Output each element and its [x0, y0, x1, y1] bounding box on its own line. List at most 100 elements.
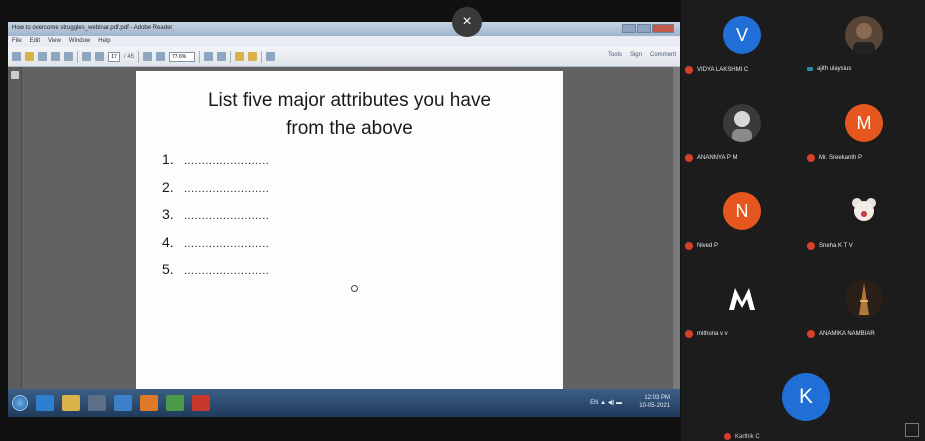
menu-edit[interactable]: Edit	[30, 38, 40, 45]
participant-tile[interactable]: N Nived P	[681, 176, 803, 264]
participant-name: Sneha K T V	[819, 243, 853, 249]
item-blank: ........................	[184, 265, 270, 277]
toolbar-divider	[230, 50, 232, 63]
reader-toolbar: 17 / 45 77.6% Tools Sign Comment	[8, 47, 680, 67]
participant-name-row: VIDYA LAKSHMI C	[685, 66, 748, 74]
chrome-icon[interactable]	[166, 395, 184, 411]
speaker-avatar[interactable]: K	[782, 373, 830, 421]
taskbar-clock[interactable]: 12:03 PM 10-05-2021	[639, 394, 670, 410]
muted-mic-icon	[807, 330, 815, 338]
create-icon[interactable]	[12, 52, 21, 61]
participant-avatar: M	[845, 104, 883, 142]
teddy-bear-icon	[845, 192, 883, 230]
muted-mic-icon	[685, 242, 693, 250]
adobe-reader-icon[interactable]	[192, 395, 210, 411]
muted-mic-icon	[807, 242, 815, 250]
participant-avatar: N	[723, 192, 761, 230]
menu-window[interactable]: Window	[69, 38, 90, 45]
sign-link[interactable]: Sign	[630, 52, 642, 58]
list-item: 2. ........................	[162, 179, 269, 207]
zoom-app-icon[interactable]	[114, 395, 132, 411]
participant-name-row: ANAMIKA NAMBIAR	[807, 330, 875, 338]
participant-tile[interactable]: V VIDYA LAKSHMI C	[681, 0, 803, 88]
next-page-icon[interactable]	[95, 52, 104, 61]
firefox-icon[interactable]	[140, 395, 158, 411]
participant-name: ANAMIKA NAMBIAR	[819, 331, 875, 337]
page-number-input[interactable]: 17	[108, 51, 120, 62]
open-folder-icon[interactable]	[25, 52, 34, 61]
save-icon[interactable]	[38, 52, 47, 61]
list-item: 4. ........................	[162, 234, 269, 262]
highlight-icon[interactable]	[248, 52, 258, 61]
window-close-button[interactable]	[652, 24, 674, 33]
item-number: 1.	[162, 151, 174, 167]
media-icon[interactable]	[88, 395, 106, 411]
participant-name: VIDYA LAKSHMI C	[697, 67, 749, 73]
item-number: 3.	[162, 206, 174, 222]
participant-name-row: ANANNYA P M	[685, 154, 737, 162]
print-icon[interactable]	[51, 52, 60, 61]
menu-help[interactable]: Help	[98, 38, 110, 45]
system-tray[interactable]: EN ▲ ◀) ▬	[590, 399, 622, 406]
vertical-scrollbar[interactable]	[673, 67, 680, 389]
person-photo-icon	[723, 104, 761, 142]
zoom-select[interactable]: 77.6%	[169, 51, 196, 62]
item-blank: ........................	[184, 237, 270, 250]
page-total: / 45	[124, 53, 135, 60]
participant-name: Nived P	[697, 243, 719, 249]
shared-screen: How to overcome struggles_webinar.pdf.pd…	[8, 22, 680, 417]
tools-link[interactable]: Tools	[608, 52, 622, 58]
navigation-pane	[8, 67, 22, 389]
prev-page-icon[interactable]	[82, 52, 91, 61]
participant-name-row: ajith ulaysius	[807, 66, 851, 72]
comment-link[interactable]: Comment	[650, 52, 676, 58]
participant-tile[interactable]: ANANNYA P M	[681, 88, 803, 176]
mouse-cursor-icon	[351, 285, 358, 292]
participant-name-row: Mr. Sreekanth P	[807, 154, 862, 162]
participant-tile[interactable]: M Mr. Sreekanth P	[803, 88, 925, 176]
maximize-button[interactable]	[637, 24, 651, 33]
participant-name-row: Sneha K T V	[807, 242, 853, 250]
participant-avatar	[723, 104, 761, 142]
window-controls	[622, 24, 674, 33]
windows-taskbar: EN ▲ ◀) ▬ 12:03 PM 10-05-2021	[8, 389, 680, 417]
list-item: 5. ........................	[162, 261, 269, 289]
fit-page-icon[interactable]	[204, 52, 214, 61]
participants-panel: V VIDYA LAKSHMI C ajith ulaysius ANANNYA…	[681, 0, 925, 441]
participant-avatar	[723, 280, 761, 318]
start-button[interactable]	[12, 395, 28, 411]
menu-view[interactable]: View	[48, 38, 61, 45]
pages-icon[interactable]	[11, 71, 19, 79]
muted-mic-icon	[807, 154, 815, 162]
participant-tile[interactable]: mithuna v v	[681, 264, 803, 352]
toolbar-divider	[77, 50, 78, 63]
participant-tile[interactable]: Sneha K T V	[803, 176, 925, 264]
minimize-button[interactable]	[622, 24, 636, 33]
item-blank: ........................	[184, 155, 270, 167]
close-share-button[interactable]: ×	[452, 7, 482, 37]
item-number: 5.	[162, 261, 174, 277]
explorer-icon[interactable]	[62, 395, 80, 411]
toolbar-divider	[261, 50, 263, 63]
clock-time: 12:03 PM	[644, 395, 670, 401]
participant-tile[interactable]: ANAMIKA NAMBIAR	[803, 264, 925, 352]
zoom-out-icon[interactable]	[143, 52, 153, 61]
ie-icon[interactable]	[36, 395, 54, 411]
participant-tile[interactable]: ajith ulaysius	[803, 0, 925, 88]
gallery-toggle-icon[interactable]	[905, 423, 919, 437]
participant-avatar	[845, 192, 883, 230]
item-blank: ........................	[184, 210, 270, 222]
comment-icon[interactable]	[235, 52, 245, 61]
email-icon[interactable]	[64, 52, 73, 61]
expand-icon[interactable]	[266, 52, 276, 61]
zoom-in-icon[interactable]	[156, 52, 166, 61]
participant-name: mithuna v v	[697, 331, 728, 337]
speaker-name: Karthik C	[735, 433, 760, 440]
menu-file[interactable]: File	[12, 38, 22, 45]
participant-avatar	[845, 16, 883, 54]
fit-width-icon[interactable]	[217, 52, 227, 61]
meeting-frame: How to overcome struggles_webinar.pdf.pd…	[0, 0, 925, 441]
participant-name: ANANNYA P M	[697, 155, 738, 161]
mic-on-icon	[807, 67, 813, 71]
muted-mic-icon	[685, 66, 693, 74]
